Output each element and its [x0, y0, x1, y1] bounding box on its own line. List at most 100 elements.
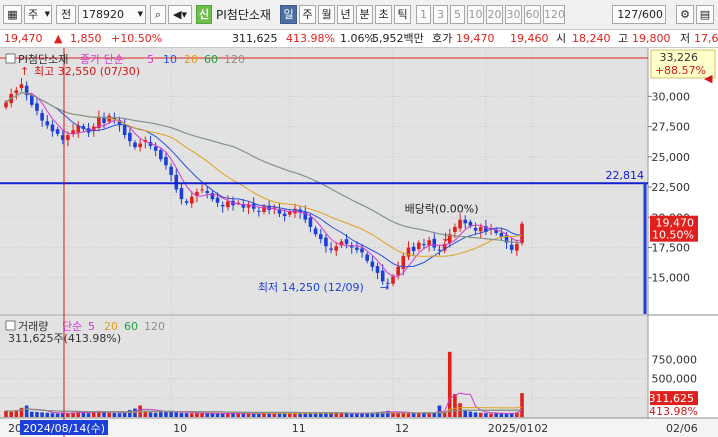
volume-bar [200, 413, 204, 417]
candle-body [159, 150, 163, 160]
price-axis-label: 27,500 [652, 121, 691, 134]
price-panel-bg [0, 48, 648, 314]
stock-chart[interactable]: 30,00027,50025,00022,50020,00017,50015,0… [0, 48, 718, 437]
volume-bar [195, 413, 199, 417]
volume-bar [184, 413, 189, 417]
stock-code-input[interactable]: 178920 ▼ [78, 5, 146, 24]
bid-price: 19,460 [510, 32, 549, 45]
market-type-select[interactable]: 주 ▼ [24, 5, 52, 24]
dividend-arrow-icon: ↓ [441, 230, 451, 244]
period-tab-0[interactable]: 일 [280, 5, 297, 24]
volume-bar [494, 413, 498, 417]
candle-body [138, 143, 142, 148]
chart-area[interactable]: 30,00027,50025,00022,50020,00017,50015,0… [0, 48, 718, 437]
candle-body [35, 103, 39, 111]
volume-bar [473, 412, 478, 417]
candle-body [184, 201, 189, 203]
volume-ratio: 413.98% [286, 32, 335, 45]
interval-button-7[interactable]: 120 [543, 5, 565, 24]
volume-bar [153, 412, 158, 417]
candle-body [133, 142, 137, 148]
candle-body [55, 129, 60, 134]
volume-bar [189, 413, 194, 417]
interval-button-6[interactable]: 60 [524, 5, 541, 24]
volume-bar [215, 413, 220, 417]
volume-bar [298, 413, 302, 417]
interval-button-5[interactable]: 30 [505, 5, 522, 24]
high-arrow-icon: ↑ [20, 65, 29, 78]
axis-top-pct: +88.57% [655, 64, 706, 77]
volume-bar [86, 413, 91, 417]
x-axis-label: 02/06 [666, 422, 698, 435]
volume-bar [40, 412, 44, 417]
candle-body [365, 254, 369, 261]
candle-body [370, 261, 375, 267]
volume-value: 311,625 [232, 32, 278, 45]
volume-bar [463, 410, 468, 417]
candle-body [432, 238, 437, 248]
candle-body [50, 124, 55, 132]
candle-body [463, 219, 468, 224]
layout-icon[interactable]: ▤ [696, 5, 714, 24]
period-tab-3[interactable]: 년 [337, 5, 354, 24]
candle-body [499, 232, 504, 237]
volume-bar [210, 413, 215, 417]
volume-bar [45, 412, 50, 417]
menu-grid-icon[interactable]: ▦ [3, 5, 22, 24]
price-axis-label: 17,500 [652, 242, 691, 255]
candle-body [411, 246, 416, 252]
volume-bar [427, 413, 431, 417]
market-type-value: 주 [28, 8, 39, 21]
volume-bar [30, 411, 34, 417]
interval-button-2[interactable]: 5 [450, 5, 465, 24]
count-input[interactable]: 127/600 [612, 5, 666, 24]
volume-bar [406, 413, 411, 417]
chevron-down-icon: ▼ [44, 10, 50, 18]
horizontal-line-label: 22,814 [606, 169, 645, 182]
candle-body [164, 157, 168, 166]
sound-icon[interactable]: ◀▾ [168, 5, 192, 24]
search-icon[interactable]: ⌕ [150, 5, 166, 24]
candle-body [329, 248, 333, 250]
period-tab-2[interactable]: 월 [318, 5, 335, 24]
period-tab-6[interactable]: 틱 [394, 5, 411, 24]
interval-button-0[interactable]: 1 [416, 5, 431, 24]
volume-bar [117, 413, 122, 417]
volume-menu-icon[interactable] [5, 320, 16, 331]
volume-bar [24, 405, 29, 417]
interval-button-1[interactable]: 3 [433, 5, 448, 24]
high-note: 최고 32,550 (07/30) [34, 65, 140, 78]
period-tab-4[interactable]: 분 [356, 5, 373, 24]
period-tab-5[interactable]: 초 [375, 5, 392, 24]
volume-bar [453, 394, 457, 417]
interval-button-3[interactable]: 10 [467, 5, 484, 24]
range-button[interactable]: 전 [56, 5, 76, 24]
low-label: 저 [680, 32, 691, 45]
volume-bar [205, 413, 210, 417]
new-listing-badge: 신 [196, 5, 212, 24]
volume-bar [468, 411, 473, 417]
candle-body [19, 84, 24, 89]
candle-body [128, 132, 132, 142]
candle-body [453, 226, 457, 233]
candle-body [257, 210, 261, 212]
volume-bar [241, 413, 246, 417]
candle-body [215, 197, 220, 203]
period-tab-1[interactable]: 주 [299, 5, 316, 24]
open-label: 시 [556, 32, 567, 45]
current-volume-pct: 413.98% [649, 405, 698, 418]
settings-icon[interactable]: ⚙ [676, 5, 694, 24]
quote-bar: 19,470 ▲ 1,850 +10.50% 311,625 413.98% 1… [0, 30, 718, 48]
volume-bar [159, 411, 163, 417]
ma-120-label: 120 [224, 53, 245, 66]
x-axis-label: 11 [292, 422, 306, 435]
dividend-note: 배당락(0.00%) [405, 202, 479, 215]
candle-body [45, 121, 50, 126]
x-axis-label: 10 [173, 422, 187, 435]
volume-bar [478, 412, 483, 417]
volume-bar [355, 413, 359, 417]
panel-menu-icon[interactable] [5, 53, 16, 64]
vol-ma-120-label: 120 [144, 320, 165, 333]
interval-button-4[interactable]: 20 [486, 5, 503, 24]
candle-body [396, 266, 400, 276]
